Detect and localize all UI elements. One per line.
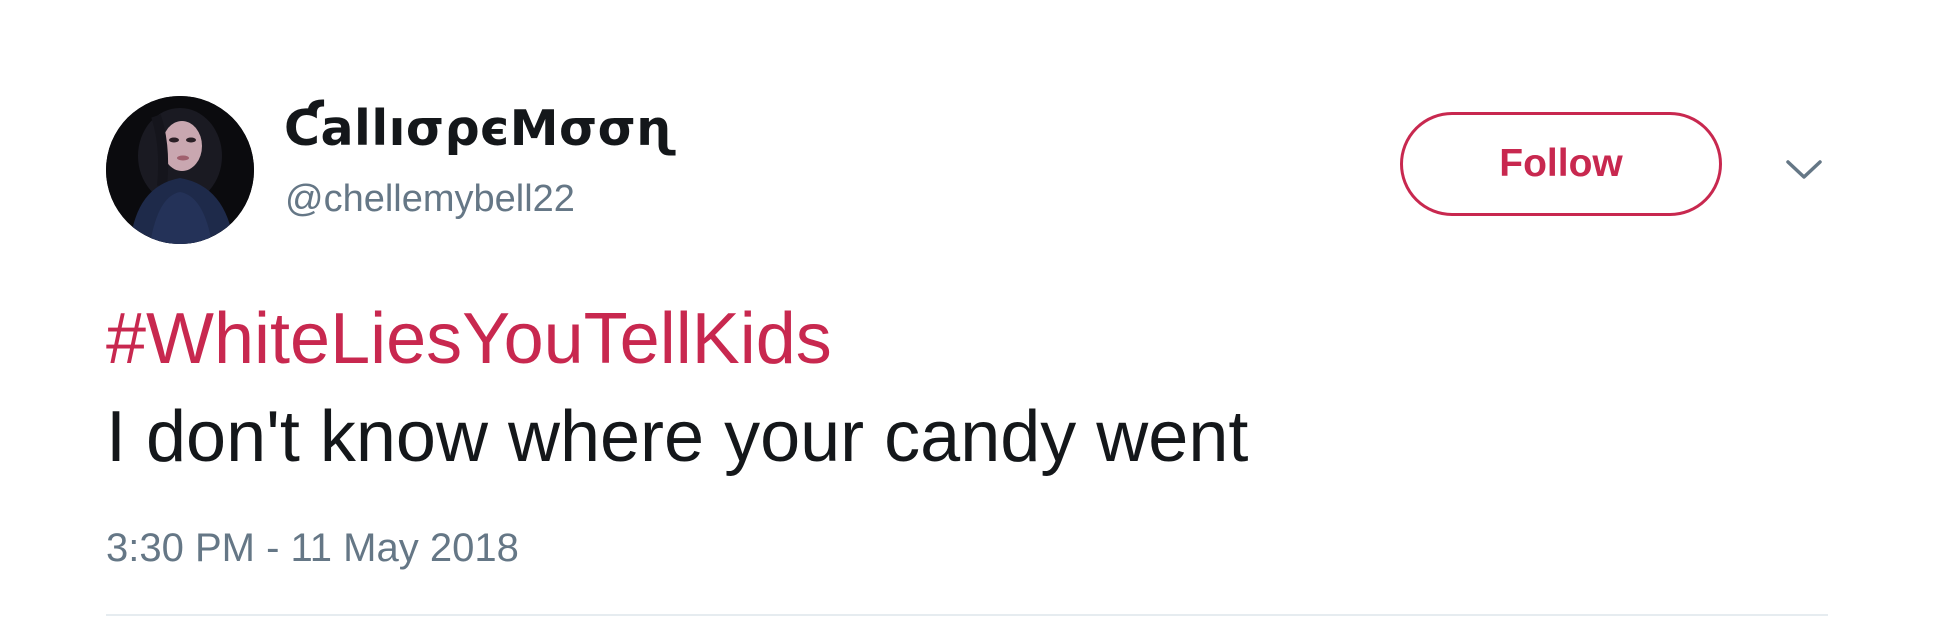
avatar-image [106, 96, 254, 244]
tweet-text: I don't know where your candy went [106, 397, 1249, 477]
tweet-body: #WhiteLiesYouTellKids I don't know where… [106, 290, 1248, 486]
user-handle[interactable]: @chellemybell22 [285, 180, 575, 218]
divider [106, 614, 1828, 616]
tweet-timestamp[interactable]: 3:30 PM - 11 May 2018 [106, 528, 519, 568]
chevron-down-icon[interactable] [1784, 150, 1824, 190]
tweet-card: ƇallıσρєMσσɳ @chellemybell22 Follow #Whi… [0, 0, 1945, 620]
hashtag-link[interactable]: #WhiteLiesYouTellKids [106, 290, 1248, 388]
avatar[interactable] [106, 96, 254, 244]
follow-button[interactable]: Follow [1400, 112, 1722, 216]
display-name[interactable]: ƇallıσρєMσσɳ [284, 104, 676, 153]
